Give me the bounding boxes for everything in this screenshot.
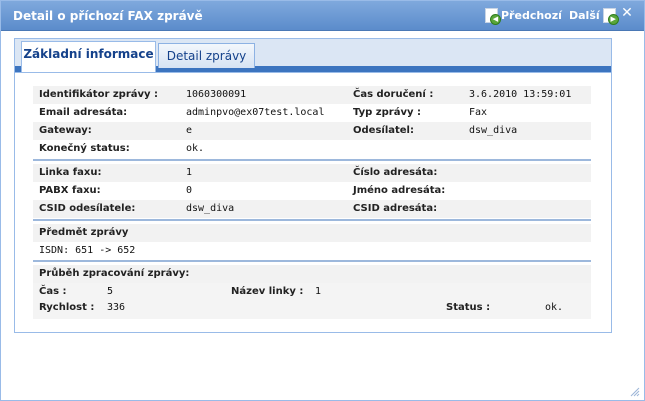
recipient-name-label: Jméno adresáta: [353,185,446,196]
next-button[interactable]: Další ▶ [569,8,619,25]
line-name-label: Název linky : [231,286,304,297]
tab-message-detail[interactable]: Detail zprávy [158,43,255,68]
speed-value: 336 [107,302,126,313]
subject-label: Předmět zprávy [39,227,129,238]
recipient-email-value: adminpvo@ex07test.local [186,107,325,118]
sender-csid-value: dsw_diva [186,203,235,214]
pabx-label: PABX faxu: [39,185,101,196]
resize-grip-icon[interactable] [628,385,640,397]
pabx-value: 0 [186,185,193,196]
gateway-label: Gateway: [39,125,92,136]
next-label: Další [569,9,600,22]
status-value: ok. [545,302,564,313]
message-type-label: Typ zprávy : [353,107,421,118]
processing-row [33,283,591,319]
basic-info-content: Identifikátor zprávy : 1060300091 Čas do… [15,73,611,332]
sender-value: dsw_diva [469,125,518,136]
fax-line-label: Linka faxu: [39,167,102,178]
time-value: 5 [107,286,114,297]
fax-line-value: 1 [186,167,193,178]
status-label: Status : [446,302,491,313]
window-title: Detail o příchozí FAX zprávě [13,9,203,23]
tab-strip: Základní informace Detail zprávy [15,39,611,73]
tab-panel: Základní informace Detail zprávy Identif… [14,38,612,333]
section-divider [33,260,591,262]
subject-value: ISDN: 651 -> 652 [39,245,136,256]
final-status-value: ok. [186,143,205,154]
recipient-email-label: Email adresáta: [39,107,128,118]
recipient-number-label: Číslo adresáta: [353,167,438,178]
message-type-value: Fax [469,107,488,118]
line-name-value: 1 [315,286,322,297]
sender-label: Odesílatel: [353,125,414,136]
previous-button[interactable]: ◀ Předchozí [485,8,562,25]
delivery-time-value: 3.6.2010 13:59:01 [469,89,572,100]
info-row [33,164,591,182]
previous-document-icon: ◀ [485,8,501,25]
delivery-time-label: Čas doručení : [353,89,434,100]
time-label: Čas : [39,286,67,297]
next-document-icon: ▶ [602,8,619,25]
section-divider [33,219,591,221]
section-divider [33,159,591,161]
close-icon[interactable]: ✕ [620,6,634,20]
sender-csid-label: CSID odesílatele: [39,203,136,214]
message-id-value: 1060300091 [186,89,247,100]
fax-detail-window: Detail o příchozí FAX zprávě ◀ Předchozí… [0,0,645,401]
processing-label: Průběh zpracování zprávy: [39,268,190,279]
message-id-label: Identifikátor zprávy : [39,89,159,100]
recipient-csid-label: CSID adresáta: [353,203,438,214]
speed-label: Rychlost : [39,302,95,313]
tab-basic-info[interactable]: Základní informace [21,41,156,72]
title-bar[interactable]: Detail o příchozí FAX zprávě ◀ Předchozí… [1,1,644,31]
gateway-value: e [186,125,193,136]
final-status-label: Konečný status: [39,143,130,154]
previous-label: Předchozí [501,9,562,22]
